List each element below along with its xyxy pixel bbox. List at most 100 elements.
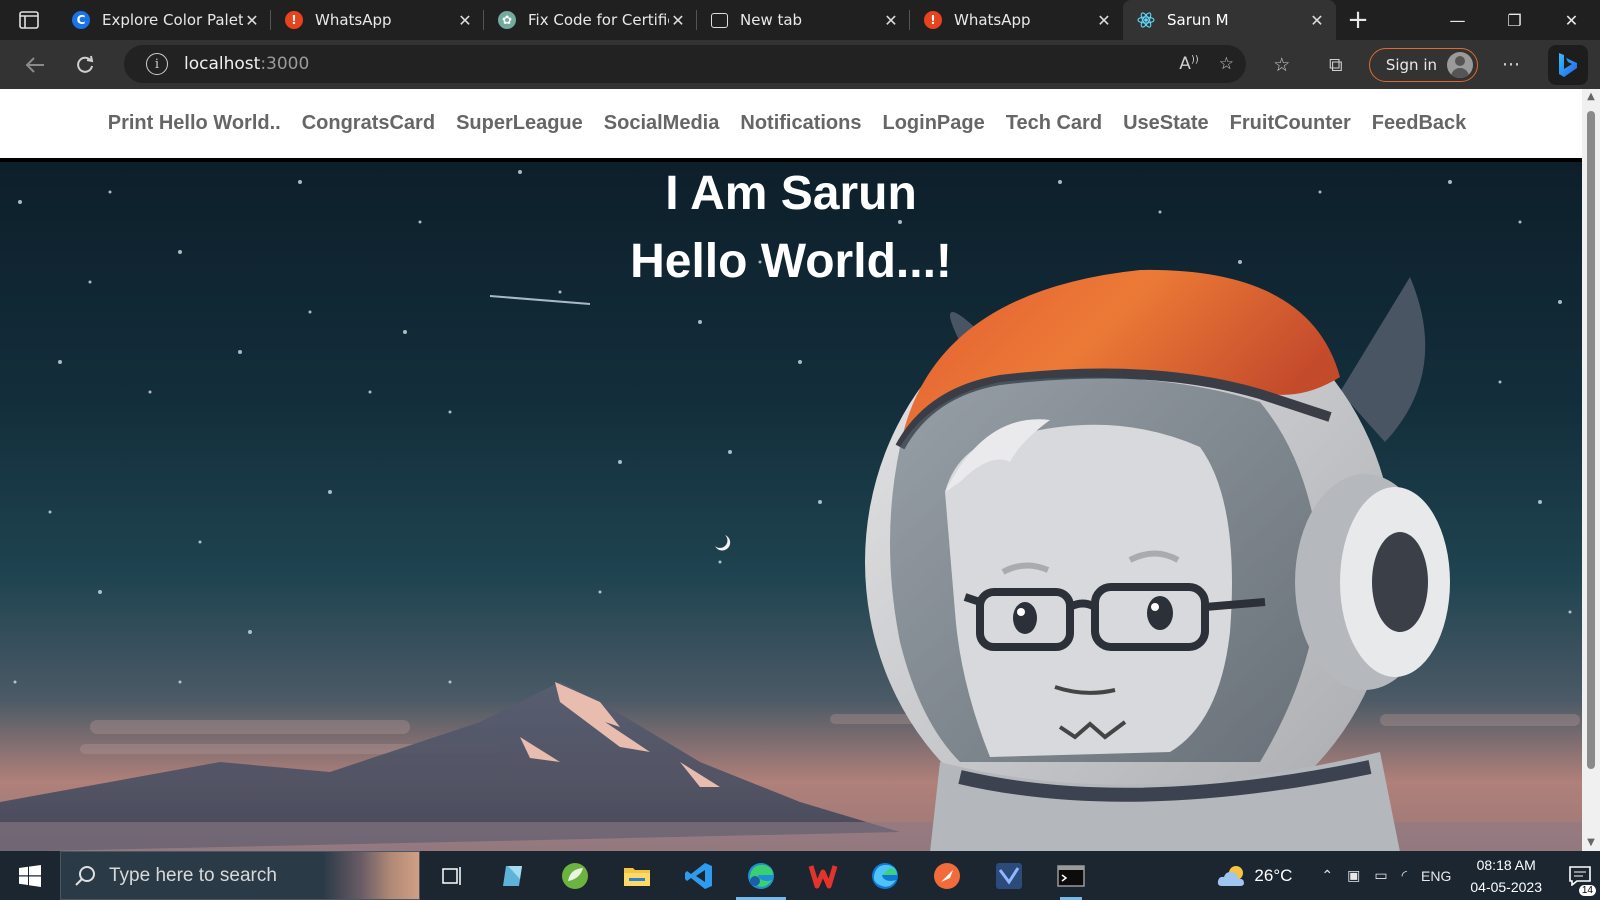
nav-link-use-state[interactable]: UseState xyxy=(1123,112,1209,135)
nav-link-tech-card[interactable]: Tech Card xyxy=(1006,112,1102,135)
browser-tab[interactable]: ! WhatsApp ✕ xyxy=(271,0,484,40)
scroll-up-icon[interactable]: ▲ xyxy=(1582,89,1600,105)
windows-taskbar: Type here to search 26°C ⌃ ▣ ▭ ◜ ENG 08:… xyxy=(0,851,1600,900)
system-tray: 26°C ⌃ ▣ ▭ ◜ ENG 08:18 AM 04-05-2023 14 xyxy=(1216,851,1600,900)
tab-strip: C Explore Color Palett ✕ ! WhatsApp ✕ ✿ … xyxy=(0,0,1600,40)
new-tab-button[interactable]: + xyxy=(1336,0,1380,40)
read-aloud-icon[interactable]: A)) xyxy=(1179,54,1198,74)
tab-title: WhatsApp xyxy=(315,11,392,29)
alert-icon: ! xyxy=(924,11,942,29)
scroll-down-icon[interactable]: ▼ xyxy=(1582,835,1600,851)
collections-icon[interactable]: ⧉ xyxy=(1309,54,1363,76)
close-tab-icon[interactable]: ✕ xyxy=(882,11,900,30)
clock-time: 08:18 AM xyxy=(1476,856,1536,873)
restore-icon[interactable]: ❐ xyxy=(1486,0,1543,40)
browser-tab[interactable]: New tab ✕ xyxy=(697,0,910,40)
notification-badge: 14 xyxy=(1578,884,1596,896)
tab-actions-button[interactable] xyxy=(0,0,58,40)
nav-link-notifications[interactable]: Notifications xyxy=(740,112,861,135)
page-scrollbar[interactable]: ▲ ▼ xyxy=(1582,89,1600,851)
close-tab-icon[interactable]: ✕ xyxy=(456,11,474,30)
windows-start-button[interactable] xyxy=(0,851,60,900)
chevron-up-icon[interactable]: ⌃ xyxy=(1321,867,1333,884)
tab-title: New tab xyxy=(740,11,803,29)
spring-icon[interactable] xyxy=(544,851,606,900)
nav-link-congrats-card[interactable]: CongratsCard xyxy=(302,112,435,135)
nav-link-social-media[interactable]: SocialMedia xyxy=(604,112,720,135)
search-placeholder: Type here to search xyxy=(109,864,277,886)
site-info-icon[interactable]: i xyxy=(146,53,168,75)
notes-icon[interactable] xyxy=(482,851,544,900)
minimize-icon[interactable]: — xyxy=(1429,0,1486,40)
avatar xyxy=(1447,51,1473,78)
add-favorite-icon[interactable]: ☆ xyxy=(1219,54,1234,74)
favorites-icon[interactable]: ☆ xyxy=(1255,54,1309,76)
close-window-icon[interactable]: ✕ xyxy=(1543,0,1600,40)
bing-copilot-icon[interactable] xyxy=(1548,44,1588,85)
cloud-icon xyxy=(1218,865,1245,886)
react-icon xyxy=(1137,11,1155,29)
task-view-icon[interactable] xyxy=(420,851,482,900)
refresh-icon[interactable] xyxy=(60,45,110,85)
windows-logo-icon xyxy=(19,864,41,887)
address-bar[interactable]: i localhost:3000 A)) ☆ xyxy=(124,45,1246,83)
file-explorer-icon[interactable] xyxy=(606,851,668,900)
sign-in-label: Sign in xyxy=(1385,55,1437,74)
hero-subtitle: Hello World...! xyxy=(630,235,952,288)
browser-tab[interactable]: ✿ Fix Code for Certific ✕ xyxy=(484,0,697,40)
back-icon[interactable] xyxy=(10,45,60,85)
browser-tab[interactable]: ! WhatsApp ✕ xyxy=(910,0,1123,40)
close-tab-icon[interactable]: ✕ xyxy=(1308,11,1326,30)
clock[interactable]: 08:18 AM 04-05-2023 xyxy=(1470,854,1542,898)
chatgpt-icon: ✿ xyxy=(498,11,516,29)
moon-icon xyxy=(715,535,731,551)
url-host: localhost xyxy=(184,54,261,74)
window-controls: — ❐ ✕ xyxy=(1429,0,1600,40)
browser-tab[interactable]: C Explore Color Palett ✕ xyxy=(58,0,271,40)
alert-icon: ! xyxy=(285,11,303,29)
search-highlight-image xyxy=(323,852,419,899)
edge-icon[interactable] xyxy=(854,851,916,900)
notification-center-button[interactable]: 14 xyxy=(1560,865,1600,896)
hero-title: I Am Sarun xyxy=(665,167,917,220)
close-tab-icon[interactable]: ✕ xyxy=(669,11,687,30)
sign-in-button[interactable]: Sign in xyxy=(1368,47,1478,82)
astronaut-mascot xyxy=(865,269,1450,851)
nav-link-fruit-counter[interactable]: FruitCounter xyxy=(1230,112,1351,135)
tab-title: WhatsApp xyxy=(954,11,1031,29)
browser-tab-active[interactable]: Sarun M ✕ xyxy=(1123,0,1336,40)
language-indicator[interactable]: ENG xyxy=(1421,868,1451,884)
close-tab-icon[interactable]: ✕ xyxy=(243,11,261,30)
tab-title: Explore Color Palett xyxy=(102,11,243,29)
device-icon[interactable]: ▣ xyxy=(1347,867,1360,884)
wifi-icon[interactable]: ◜ xyxy=(1402,867,1407,884)
notification-icon xyxy=(1569,865,1591,886)
chrome-blue-icon: C xyxy=(72,11,90,29)
taskbar-search-input[interactable]: Type here to search xyxy=(60,851,420,900)
url-port: :3000 xyxy=(260,54,310,74)
search-icon xyxy=(75,865,97,887)
vscode-icon[interactable] xyxy=(668,851,730,900)
edge-dev-icon[interactable] xyxy=(730,851,792,900)
hero-banner: I Am Sarun Hello World...! xyxy=(0,158,1582,851)
page-viewport: Print Hello World.. CongratsCard SuperLe… xyxy=(0,89,1600,851)
browser-toolbar: i localhost:3000 A)) ☆ ☆ ⧉ Sign in ··· xyxy=(0,40,1600,89)
wps-icon[interactable] xyxy=(792,851,854,900)
tab-title: Sarun M xyxy=(1167,11,1229,29)
more-options-icon[interactable]: ··· xyxy=(1484,54,1538,76)
nav-link-login-page[interactable]: LoginPage xyxy=(883,112,985,135)
tab-title: Fix Code for Certific xyxy=(528,11,669,29)
postman-icon[interactable] xyxy=(916,851,978,900)
terminal-icon[interactable] xyxy=(1040,851,1102,900)
tab-actions-icon xyxy=(19,11,39,29)
newtab-icon xyxy=(711,12,728,28)
nav-link-feedback[interactable]: FeedBack xyxy=(1372,112,1467,135)
battery-icon[interactable]: ▭ xyxy=(1374,867,1387,884)
nav-link-super-league[interactable]: SuperLeague xyxy=(456,112,583,135)
close-tab-icon[interactable]: ✕ xyxy=(1095,11,1113,30)
weather-widget[interactable]: 26°C xyxy=(1216,864,1292,888)
site-navbar: Print Hello World.. CongratsCard SuperLe… xyxy=(0,89,1582,158)
vpn-icon[interactable] xyxy=(978,851,1040,900)
nav-link-print-hello-world[interactable]: Print Hello World.. xyxy=(108,112,281,135)
scrollbar-thumb[interactable] xyxy=(1587,111,1595,769)
